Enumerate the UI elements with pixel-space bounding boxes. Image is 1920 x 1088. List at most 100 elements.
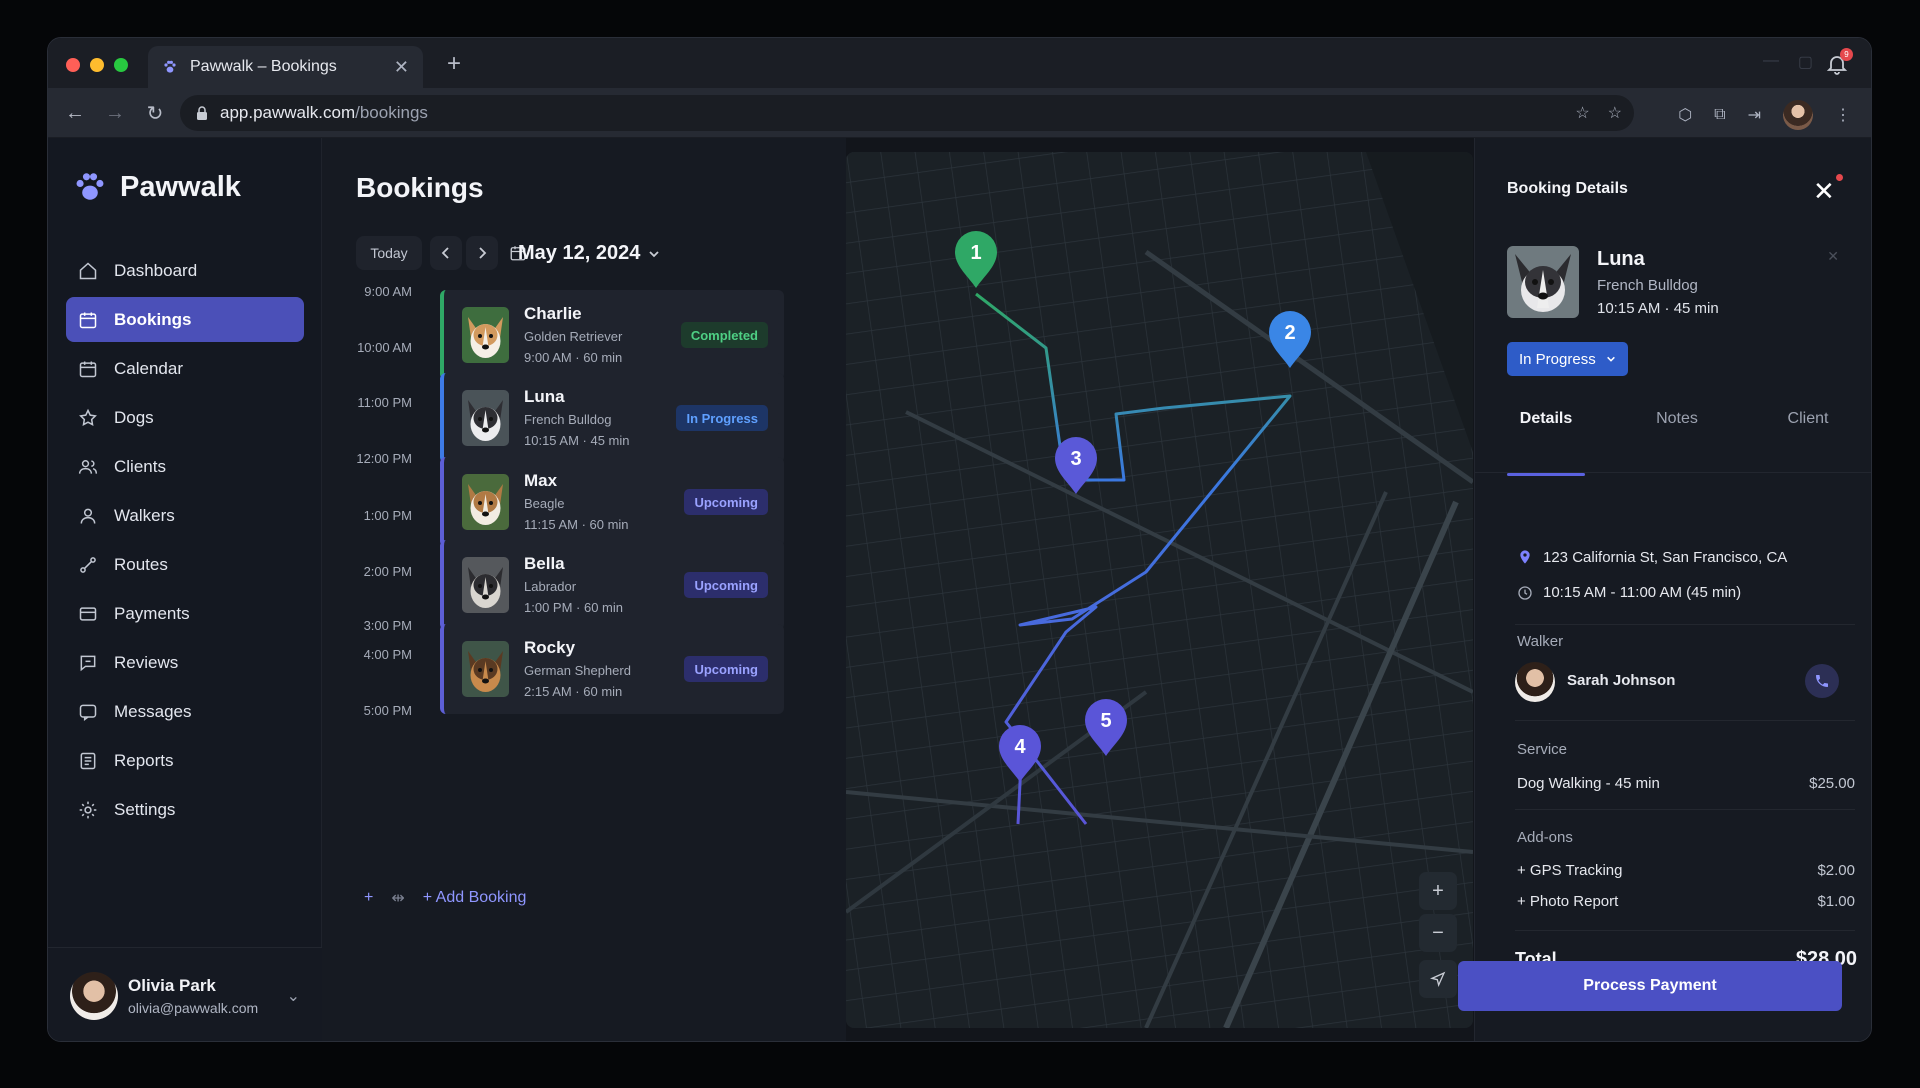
booking-time: 10:15 AM · 45 min	[1597, 300, 1719, 317]
process-payment-button[interactable]: Process Payment	[1458, 961, 1842, 1011]
time-label: 4:00 PM	[363, 647, 412, 662]
browser-tab[interactable]: Pawwalk – Bookings ✕	[148, 46, 423, 88]
reload-button[interactable]: ↻	[142, 100, 168, 126]
gear-icon	[79, 801, 97, 818]
booking-card[interactable]: Luna French Bulldog 10:15 AM · 45 min In Pr…	[440, 373, 784, 463]
favorite-star-icon[interactable]: ☆	[1608, 103, 1622, 123]
addon-row: + GPS Tracking $2.00	[1517, 862, 1855, 879]
home-icon	[79, 261, 97, 279]
today-button[interactable]: Today	[356, 236, 422, 270]
chevron-down-icon[interactable]: ⌄	[287, 986, 300, 1006]
restore-icon[interactable]: ▢	[1798, 52, 1813, 72]
sidebar-item-label: Dashboard	[114, 260, 198, 280]
close-tab-icon[interactable]: ✕	[394, 57, 409, 78]
dog-breed: German Shepherd	[524, 663, 631, 678]
sidebar-item-settings[interactable]: Settings	[66, 787, 304, 832]
lock-icon	[196, 106, 208, 120]
dog-breed: Labrador	[524, 579, 577, 594]
notification-bell[interactable]: 9	[1825, 48, 1853, 76]
divider	[1515, 624, 1855, 625]
bookings-panel: Bookings Today May 12, 2024 9:00 AM 10:00…	[322, 138, 846, 1041]
zoom-in-button[interactable]: +	[1419, 872, 1457, 910]
sidebar-item-reports[interactable]: Reports	[66, 738, 304, 783]
sidebar-item-label: Reviews	[114, 652, 179, 672]
new-tab-button[interactable]: +	[440, 50, 468, 78]
minimize-icon[interactable]: —	[1763, 52, 1779, 70]
status-badge: Upcoming	[684, 572, 768, 598]
minimize-window-button[interactable]	[90, 58, 104, 72]
back-button[interactable]: ←	[62, 100, 88, 126]
call-walker-button[interactable]	[1805, 664, 1839, 698]
next-day-button[interactable]	[466, 236, 498, 270]
sidebar-item-walkers[interactable]: Walkers	[66, 493, 304, 538]
plus-icon[interactable]: +	[364, 889, 373, 907]
profile-avatar[interactable]	[1783, 100, 1813, 130]
clock-icon	[1518, 585, 1532, 600]
booking-card[interactable]: Bella Labrador 1:00 PM · 60 min Upcoming	[440, 540, 784, 630]
sidebar-menu: Dashboard Bookings Calendar Dogs Clients Walk…	[66, 248, 304, 836]
date-selector[interactable]: May 12, 2024	[518, 242, 660, 265]
sidebar-item-payments[interactable]: Payments	[66, 591, 304, 636]
dog-name: Bella	[524, 554, 565, 573]
locate-button[interactable]	[1419, 960, 1457, 998]
sidebar-item-dashboard[interactable]: Dashboard	[66, 248, 304, 293]
bookmark-star-icon[interactable]: ☆	[1575, 103, 1589, 123]
addon-price: $2.00	[1817, 862, 1855, 879]
booking-time: 11:15 AM · 60 min	[524, 517, 629, 532]
forward-button[interactable]: →	[102, 100, 128, 126]
map-canvas: 1 2 3 4 5	[846, 152, 1473, 1028]
booking-card[interactable]: Charlie Golden Retriever 9:00 AM · 60 min C…	[440, 290, 784, 380]
maximize-window-button[interactable]	[114, 58, 128, 72]
users-icon	[78, 459, 98, 474]
status-label: In Progress	[1519, 350, 1596, 368]
map-pin-label: 4	[1014, 736, 1026, 758]
prev-day-button[interactable]	[430, 236, 462, 270]
url-field[interactable]: app.pawwalk.com/bookings ☆ ☆	[180, 95, 1634, 131]
sidebar-item-label: Reports	[114, 750, 174, 770]
expand-icon[interactable]: ⇹	[391, 888, 404, 908]
booking-card[interactable]: Max Beagle 11:15 AM · 60 min Upcoming	[440, 457, 784, 547]
more-menu-icon[interactable]: ⋮	[1835, 105, 1851, 125]
extension-icon[interactable]: ⬡	[1678, 105, 1692, 125]
tab-notes[interactable]: Notes	[1638, 410, 1716, 462]
address-row: 123 California St, San Francisco, CA	[1517, 548, 1787, 566]
sidebar-item-messages[interactable]: Messages	[66, 689, 304, 734]
addon-name: + Photo Report	[1517, 893, 1619, 910]
dog-photo	[462, 474, 509, 530]
extension-puzzle-icon[interactable]: ⧉	[1714, 106, 1725, 124]
window-controls	[66, 58, 128, 72]
add-booking-button[interactable]: + Add Booking	[423, 889, 527, 907]
tab-client[interactable]: Client	[1769, 410, 1847, 462]
close-details-button[interactable]: ✕	[1813, 174, 1843, 204]
sidebar-item-calendar[interactable]: Calendar	[66, 346, 304, 391]
user-avatar	[70, 972, 118, 1020]
route-map[interactable]: 1 2 3 4 5 + −	[846, 152, 1473, 1028]
close-window-button[interactable]	[66, 58, 80, 72]
share-icon[interactable]: ⇥	[1748, 105, 1761, 125]
time-label: 2:00 PM	[363, 564, 412, 579]
sidebar-item-bookings[interactable]: Bookings	[66, 297, 304, 342]
address-bar: ← → ↻ app.pawwalk.com/bookings ☆ ☆ ⬡ ⧉ ⇥…	[48, 88, 1871, 138]
service-row: Dog Walking - 45 min $25.00	[1517, 775, 1855, 792]
chevron-down-icon	[649, 250, 659, 257]
sidebar-item-routes[interactable]: Routes	[66, 542, 304, 587]
user-profile[interactable]: Olivia Park olivia@pawwalk.com ⌄	[48, 947, 322, 1041]
sidebar-item-clients[interactable]: Clients	[66, 444, 304, 489]
details-title: Booking Details	[1507, 180, 1628, 197]
dismiss-icon[interactable]: ✕	[1827, 248, 1839, 265]
service-price: $25.00	[1809, 775, 1855, 792]
zoom-out-button[interactable]: −	[1419, 914, 1457, 952]
reviews-icon	[80, 655, 96, 671]
brand[interactable]: Pawwalk	[72, 170, 241, 204]
sidebar-item-dogs[interactable]: Dogs	[66, 395, 304, 440]
sidebar-item-label: Messages	[114, 701, 192, 721]
sidebar-item-reviews[interactable]: Reviews	[66, 640, 304, 685]
booking-card[interactable]: Rocky German Shepherd 2:15 AM · 60 min Upco…	[440, 624, 784, 714]
status-dropdown[interactable]: In Progress	[1507, 342, 1628, 376]
dog-photo	[462, 557, 509, 613]
status-badge: Completed	[680, 322, 768, 348]
tab-details[interactable]: Details	[1507, 410, 1585, 476]
page-title: Bookings	[356, 172, 484, 203]
status-badge: Upcoming	[684, 656, 768, 682]
time-range-text: 10:15 AM - 11:00 AM (45 min)	[1543, 584, 1742, 601]
